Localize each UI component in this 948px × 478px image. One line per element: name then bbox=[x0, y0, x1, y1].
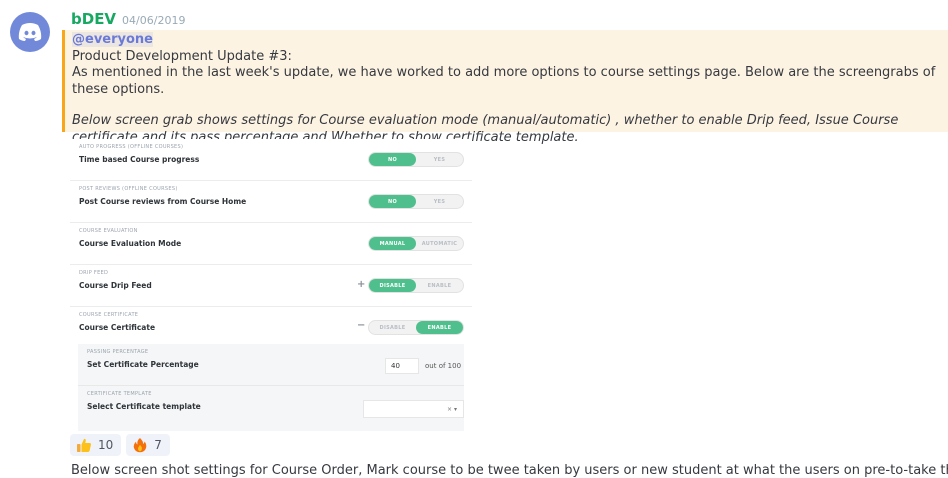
toggle-option: AUTOMATIC bbox=[421, 240, 458, 247]
timestamp: 04/06/2019 bbox=[122, 14, 186, 27]
setting-row-certificate: COURSE CERTIFICATE Course Certificate − … bbox=[70, 307, 472, 349]
toggle-option: NO bbox=[369, 153, 416, 166]
expand-icon: + bbox=[357, 279, 366, 290]
message-content: @everyone Product Development Update #3:… bbox=[72, 32, 942, 146]
toggle-option: ENABLE bbox=[416, 321, 463, 334]
setting-caption: COURSE EVALUATION bbox=[79, 228, 138, 234]
toggle-option: DISABLE bbox=[369, 279, 416, 292]
setting-caption: AUTO PROGRESS (OFFLINE COURSES) bbox=[79, 144, 184, 150]
message-body: As mentioned in the last week's update, … bbox=[72, 65, 936, 97]
message-header: bDEV 04/06/2019 bbox=[71, 10, 185, 28]
toggle-auto-progress: NO YES bbox=[368, 152, 464, 167]
setting-caption: POST REVIEWS (OFFLINE COURSES) bbox=[79, 186, 178, 192]
setting-title: Course Drip Feed bbox=[79, 281, 152, 290]
chat-message: bDEV 04/06/2019 @everyone Product Develo… bbox=[0, 0, 948, 478]
percentage-input: 40 bbox=[385, 358, 419, 374]
reaction-thumbs-up[interactable]: 10 bbox=[70, 434, 122, 456]
template-select: × ▾ bbox=[363, 400, 464, 418]
out-of-label: out of 100 bbox=[425, 362, 462, 370]
setting-caption: CERTIFICATE TEMPLATE bbox=[87, 391, 152, 397]
toggle-certificate: DISABLE ENABLE bbox=[368, 320, 464, 335]
setting-caption: DRIP FEED bbox=[79, 270, 109, 276]
certificate-template-row: CERTIFICATE TEMPLATE Select Certificate … bbox=[78, 386, 464, 431]
collapse-icon: − bbox=[357, 320, 366, 331]
setting-title: Post Course reviews from Course Home bbox=[79, 197, 247, 206]
toggle-drip-feed: DISABLE ENABLE bbox=[368, 278, 464, 293]
toggle-post-reviews: NO YES bbox=[368, 194, 464, 209]
setting-row-evaluation: COURSE EVALUATION Course Evaluation Mode… bbox=[70, 223, 472, 265]
toggle-option: DISABLE bbox=[379, 324, 406, 331]
setting-title: Course Certificate bbox=[79, 323, 156, 332]
setting-row-drip-feed: DRIP FEED Course Drip Feed + DISABLE ENA… bbox=[70, 265, 472, 307]
setting-title: Course Evaluation Mode bbox=[79, 239, 182, 248]
toggle-option: MANUAL bbox=[369, 237, 416, 250]
setting-title: Time based Course progress bbox=[79, 155, 200, 164]
setting-row-post-reviews: POST REVIEWS (OFFLINE COURSES) Post Cour… bbox=[70, 181, 472, 223]
avatar[interactable] bbox=[10, 12, 50, 52]
attached-screenshot[interactable]: AUTO PROGRESS (OFFLINE COURSES) Time bas… bbox=[70, 139, 472, 431]
reaction-fire[interactable]: 7 bbox=[126, 434, 170, 456]
everyone-mention[interactable]: @everyone bbox=[72, 32, 153, 47]
reaction-count: 10 bbox=[98, 438, 114, 452]
author-name[interactable]: bDEV bbox=[71, 10, 116, 28]
toggle-option: YES bbox=[433, 198, 446, 205]
reactions: 10 7 bbox=[70, 434, 170, 456]
setting-caption: COURSE CERTIFICATE bbox=[79, 312, 139, 318]
passing-percentage-row: PASSING PERCENTAGE Set Certificate Perce… bbox=[78, 344, 464, 386]
thumbs-up-icon bbox=[77, 438, 91, 452]
toggle-option: NO bbox=[369, 195, 416, 208]
message-title: Product Development Update #3: bbox=[72, 48, 292, 64]
toggle-option: ENABLE bbox=[427, 282, 452, 289]
fire-icon bbox=[134, 438, 147, 453]
setting-row-auto-progress: AUTO PROGRESS (OFFLINE COURSES) Time bas… bbox=[70, 139, 472, 181]
discord-logo-icon bbox=[18, 23, 42, 41]
setting-caption: PASSING PERCENTAGE bbox=[87, 349, 149, 355]
reaction-count: 7 bbox=[154, 438, 162, 452]
setting-title: Select Certificate template bbox=[87, 402, 201, 411]
toggle-option: YES bbox=[433, 156, 446, 163]
toggle-evaluation: MANUAL AUTOMATIC bbox=[368, 236, 464, 251]
setting-title: Set Certificate Percentage bbox=[87, 360, 199, 369]
